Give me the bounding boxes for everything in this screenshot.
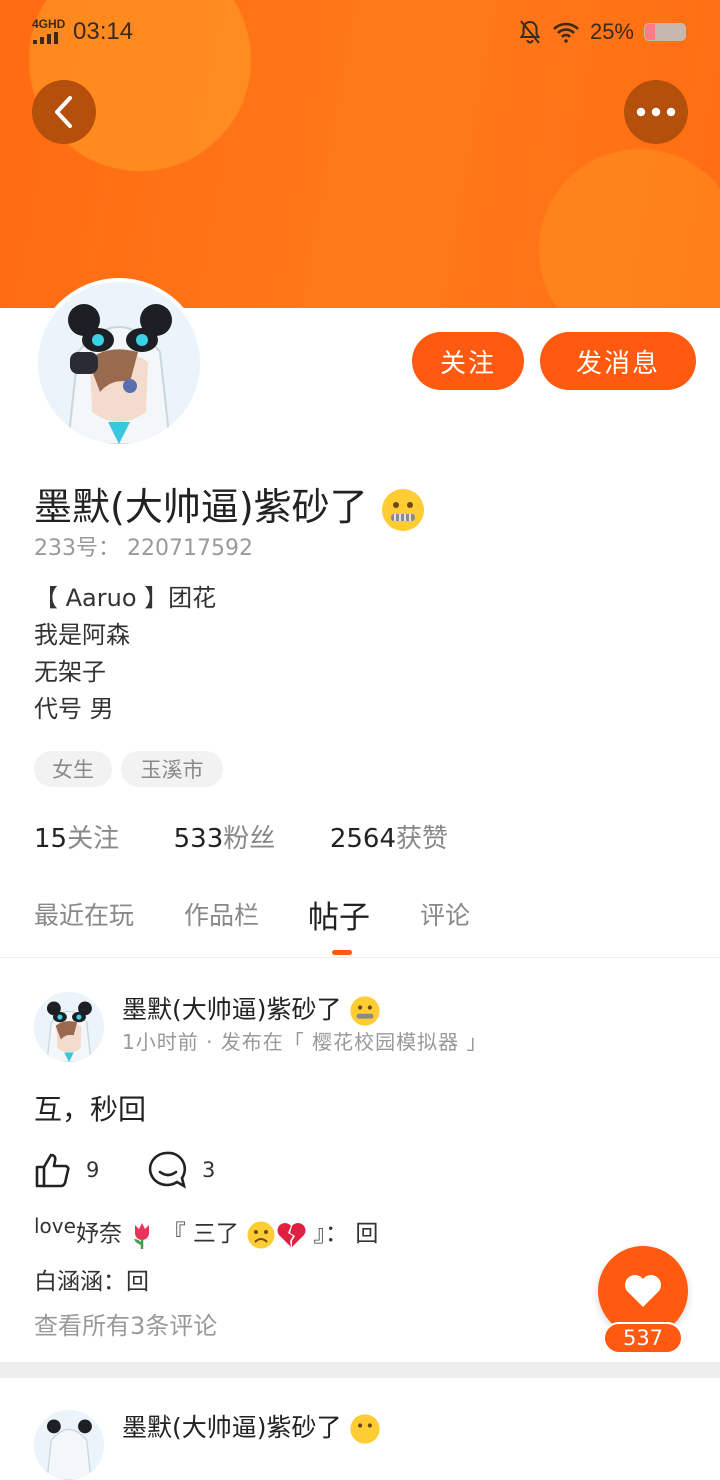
back-button[interactable] <box>32 80 96 144</box>
tab-recently-played[interactable]: 最近在玩 <box>34 896 134 932</box>
likes-stat: 2564获赞 <box>329 824 449 854</box>
uid-label: 233号： <box>34 536 120 561</box>
tab-posts[interactable]: 帖子 <box>308 892 370 937</box>
post-author-name[interactable]: 墨默(大帅逼)紫砂了 <box>122 990 381 1027</box>
tab-active-indicator <box>332 950 352 955</box>
comment-action[interactable]: 3 <box>148 1150 215 1190</box>
comment-bubble-icon <box>148 1151 187 1189</box>
anime-panda-hood-avatar-icon <box>38 282 200 444</box>
profile-nickname: 墨默(大帅逼)紫砂了 <box>34 476 426 533</box>
profile-header-banner: 4GHD 03:14 25% <box>0 0 720 308</box>
comment-text: 回 <box>355 1221 379 1247</box>
clock: 03:14 <box>73 18 134 45</box>
post-body[interactable]: 互，秒回 <box>34 1088 146 1128</box>
fans-stat[interactable]: 533粉丝 <box>174 824 276 854</box>
tab-works[interactable]: 作品栏 <box>184 896 259 932</box>
profile-avatar[interactable] <box>34 278 204 448</box>
following-stat[interactable]: 15关注 <box>34 824 119 854</box>
comment-author: 白涵涵： <box>34 1269 126 1295</box>
comment-author-suffix: 『 三了 <box>162 1221 239 1247</box>
profile-tabs: 最近在玩 作品栏 帖子 评论 <box>0 888 720 958</box>
like-count: 9 <box>86 1158 100 1182</box>
tab-comments[interactable]: 评论 <box>420 896 470 932</box>
profile-stats: 15关注 533粉丝 2564获赞 <box>34 818 448 855</box>
signal-icon <box>33 32 63 44</box>
heart-icon <box>625 1275 661 1307</box>
comment-text: 回 <box>126 1269 149 1295</box>
gender-tag: 女生 <box>34 751 112 787</box>
zipper-mouth-face-icon <box>350 996 381 1026</box>
post-author-name[interactable]: 墨默(大帅逼)紫砂了 <box>122 1408 381 1445</box>
comment-preview[interactable]: love妤奈 『 三了 』： 回 <box>34 1214 378 1250</box>
anime-panda-hood-avatar-icon <box>34 1410 104 1480</box>
post-author-avatar[interactable] <box>34 1410 104 1480</box>
view-all-comments-link[interactable]: 查看所有3条评论 <box>34 1306 217 1341</box>
bio-line: 无架子 <box>34 658 106 686</box>
post-meta: 1小时前 · 发布在「 樱花校园模拟器 」 <box>122 1030 488 1054</box>
frowning-face-icon <box>247 1221 275 1248</box>
zipper-mouth-face-icon <box>350 1414 381 1444</box>
more-options-button[interactable] <box>624 80 688 144</box>
follow-button[interactable]: 关注 <box>412 332 524 390</box>
uid-value: 220717592 <box>127 536 253 561</box>
wifi-icon <box>553 22 579 43</box>
zipper-mouth-face-icon <box>381 488 424 531</box>
battery-percent: 25% <box>589 19 634 44</box>
thumbs-up-icon <box>35 1153 70 1188</box>
tulip-icon <box>134 1222 150 1249</box>
comment-count: 3 <box>202 1158 216 1182</box>
send-message-button[interactable]: 发消息 <box>540 332 696 390</box>
profile-bio: 【 Aaruo 】团花 我是阿森 无架子 代号 男 <box>34 580 216 728</box>
location-tag: 玉溪市 <box>121 751 223 787</box>
post-separator <box>0 1362 720 1378</box>
post-author-avatar[interactable] <box>34 992 104 1062</box>
chevron-left-icon <box>55 96 72 128</box>
mute-bell-icon <box>519 20 541 44</box>
bio-line: 代号 男 <box>34 695 114 723</box>
comment-author-prefix: love <box>34 1214 76 1238</box>
profile-like-count: 537 <box>603 1322 683 1354</box>
comment-author-suffix-end: 』： <box>313 1221 349 1247</box>
battery-icon <box>644 23 686 41</box>
bio-line: 我是阿森 <box>34 621 130 649</box>
bio-line: 【 Aaruo 】团花 <box>34 584 217 612</box>
network-type: 4GHD <box>32 17 66 31</box>
broken-heart-icon <box>277 1222 306 1247</box>
divider <box>0 957 720 958</box>
user-id: 233号： 220717592 <box>34 530 253 562</box>
anime-panda-hood-avatar-icon <box>34 992 104 1062</box>
battery-fill <box>645 24 655 40</box>
nickname-text: 墨默(大帅逼)紫砂了 <box>34 485 368 529</box>
more-dots-icon <box>636 107 676 117</box>
comment-author: 妤奈 <box>75 1221 122 1247</box>
status-bar: 4GHD 03:14 25% <box>0 0 720 64</box>
comment-preview[interactable]: 白涵涵：回 <box>34 1262 149 1296</box>
like-action[interactable]: 9 <box>34 1150 99 1190</box>
